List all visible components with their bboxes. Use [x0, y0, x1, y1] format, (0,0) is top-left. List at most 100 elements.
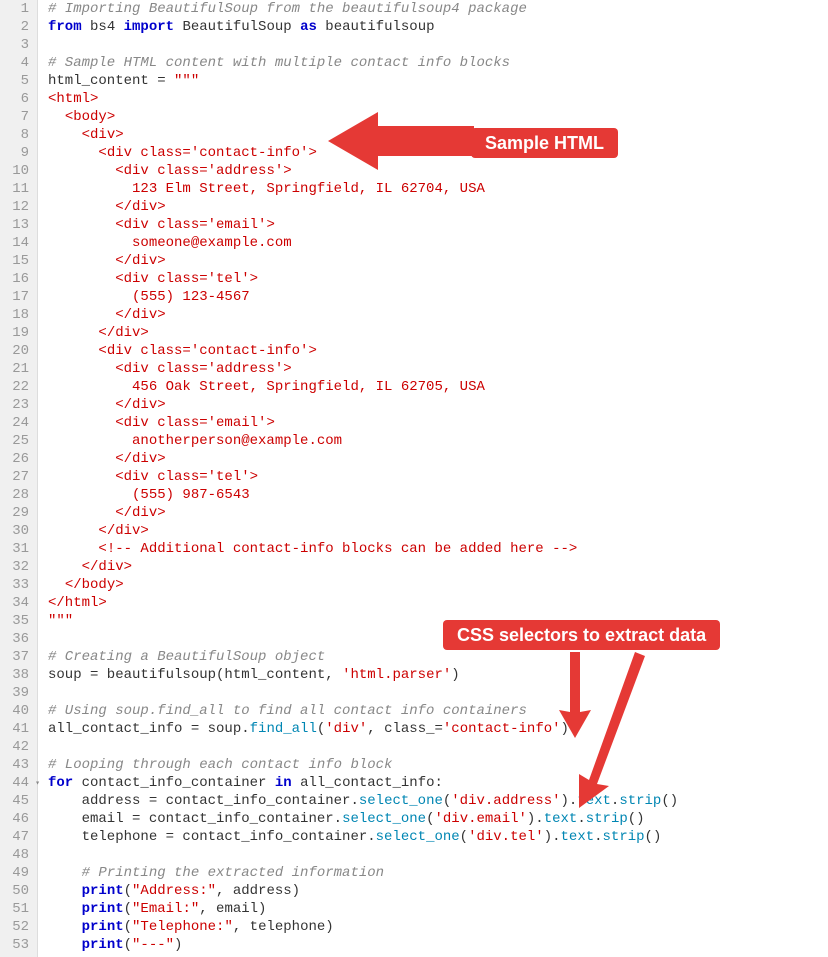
code-line[interactable]: </div> — [48, 324, 828, 342]
line-number: 39 — [0, 684, 29, 702]
line-number: 6 — [0, 90, 29, 108]
code-line[interactable]: # Sample HTML content with multiple cont… — [48, 54, 828, 72]
line-number: 8 — [0, 126, 29, 144]
line-number: 32 — [0, 558, 29, 576]
line-number: 52 — [0, 918, 29, 936]
line-number: 31 — [0, 540, 29, 558]
code-line[interactable]: anotherperson@example.com — [48, 432, 828, 450]
code-line[interactable]: 456 Oak Street, Springfield, IL 62705, U… — [48, 378, 828, 396]
code-line[interactable]: # Looping through each contact info bloc… — [48, 756, 828, 774]
line-number: 23 — [0, 396, 29, 414]
line-number: 16 — [0, 270, 29, 288]
line-number: 15 — [0, 252, 29, 270]
code-line[interactable]: # Using soup.find_all to find all contac… — [48, 702, 828, 720]
line-number: 49 — [0, 864, 29, 882]
line-number: 3 — [0, 36, 29, 54]
callout-sample-html: Sample HTML — [471, 128, 618, 158]
code-line[interactable]: </div> — [48, 504, 828, 522]
code-line[interactable]: </div> — [48, 450, 828, 468]
code-line[interactable]: <!-- Additional contact-info blocks can … — [48, 540, 828, 558]
code-line[interactable]: print("Email:", email) — [48, 900, 828, 918]
code-line[interactable]: (555) 123-4567 — [48, 288, 828, 306]
code-line[interactable]: </div> — [48, 198, 828, 216]
code-line[interactable]: for contact_info_container in all_contac… — [48, 774, 828, 792]
line-number: 20 — [0, 342, 29, 360]
line-number: 17 — [0, 288, 29, 306]
code-line[interactable]: </div> — [48, 522, 828, 540]
code-line[interactable]: <div class='tel'> — [48, 270, 828, 288]
code-line[interactable]: someone@example.com — [48, 234, 828, 252]
code-line[interactable]: </div> — [48, 306, 828, 324]
line-number: 1 — [0, 0, 29, 18]
code-line[interactable]: html_content = """ — [48, 72, 828, 90]
code-line[interactable]: print("Telephone:", telephone) — [48, 918, 828, 936]
line-number: 2 — [0, 18, 29, 36]
line-number: 11 — [0, 180, 29, 198]
code-line[interactable]: soup = beautifulsoup(html_content, 'html… — [48, 666, 828, 684]
line-number: 35 — [0, 612, 29, 630]
code-line[interactable] — [48, 738, 828, 756]
code-line[interactable]: <div class='email'> — [48, 414, 828, 432]
line-number: 51 — [0, 900, 29, 918]
line-number: 45 — [0, 792, 29, 810]
code-line[interactable]: </div> — [48, 396, 828, 414]
line-number: 33 — [0, 576, 29, 594]
line-number: 26 — [0, 450, 29, 468]
line-number: 48 — [0, 846, 29, 864]
line-number: 5 — [0, 72, 29, 90]
line-number: 29 — [0, 504, 29, 522]
arrow-css-selectors-2 — [575, 652, 655, 812]
line-number: 25 — [0, 432, 29, 450]
line-number: 40 — [0, 702, 29, 720]
line-number: 43 — [0, 756, 29, 774]
line-number: 34 — [0, 594, 29, 612]
callout-css-selectors: CSS selectors to extract data — [443, 620, 720, 650]
callout-label: CSS selectors to extract data — [457, 625, 706, 645]
code-line[interactable]: </body> — [48, 576, 828, 594]
line-number: 44 — [0, 774, 29, 792]
line-number: 4 — [0, 54, 29, 72]
line-number: 10 — [0, 162, 29, 180]
code-line[interactable]: all_contact_info = soup.find_all('div', … — [48, 720, 828, 738]
line-number: 42 — [0, 738, 29, 756]
line-number: 36 — [0, 630, 29, 648]
code-line[interactable]: </html> — [48, 594, 828, 612]
code-line[interactable]: <div class='contact-info'> — [48, 342, 828, 360]
code-line[interactable]: # Printing the extracted information — [48, 864, 828, 882]
line-number: 14 — [0, 234, 29, 252]
line-number: 28 — [0, 486, 29, 504]
line-number: 30 — [0, 522, 29, 540]
code-line[interactable]: telephone = contact_info_container.selec… — [48, 828, 828, 846]
code-line[interactable]: # Creating a BeautifulSoup object — [48, 648, 828, 666]
code-line[interactable]: </div> — [48, 558, 828, 576]
line-number: 38 — [0, 666, 29, 684]
line-number: 7 — [0, 108, 29, 126]
line-number: 12 — [0, 198, 29, 216]
code-line[interactable]: email = contact_info_container.select_on… — [48, 810, 828, 828]
line-number: 53 — [0, 936, 29, 954]
line-number: 41 — [0, 720, 29, 738]
line-number-gutter: 1234567891011121314151617181920212223242… — [0, 0, 38, 957]
code-line[interactable]: # Importing BeautifulSoup from the beaut… — [48, 0, 828, 18]
line-number: 47 — [0, 828, 29, 846]
line-number: 22 — [0, 378, 29, 396]
line-number: 46 — [0, 810, 29, 828]
code-line[interactable] — [48, 684, 828, 702]
line-number: 27 — [0, 468, 29, 486]
code-line[interactable]: print("Address:", address) — [48, 882, 828, 900]
code-line[interactable]: <div class='email'> — [48, 216, 828, 234]
line-number: 37 — [0, 648, 29, 666]
code-line[interactable]: address = contact_info_container.select_… — [48, 792, 828, 810]
arrow-sample-html — [328, 106, 474, 176]
code-line[interactable]: </div> — [48, 252, 828, 270]
code-line[interactable] — [48, 36, 828, 54]
code-line[interactable]: 123 Elm Street, Springfield, IL 62704, U… — [48, 180, 828, 198]
code-line[interactable]: (555) 987-6543 — [48, 486, 828, 504]
code-line[interactable]: <div class='tel'> — [48, 468, 828, 486]
line-number: 21 — [0, 360, 29, 378]
code-line[interactable]: print("---") — [48, 936, 828, 954]
line-number: 50 — [0, 882, 29, 900]
code-line[interactable] — [48, 846, 828, 864]
code-line[interactable]: from bs4 import BeautifulSoup as beautif… — [48, 18, 828, 36]
code-line[interactable]: <div class='address'> — [48, 360, 828, 378]
